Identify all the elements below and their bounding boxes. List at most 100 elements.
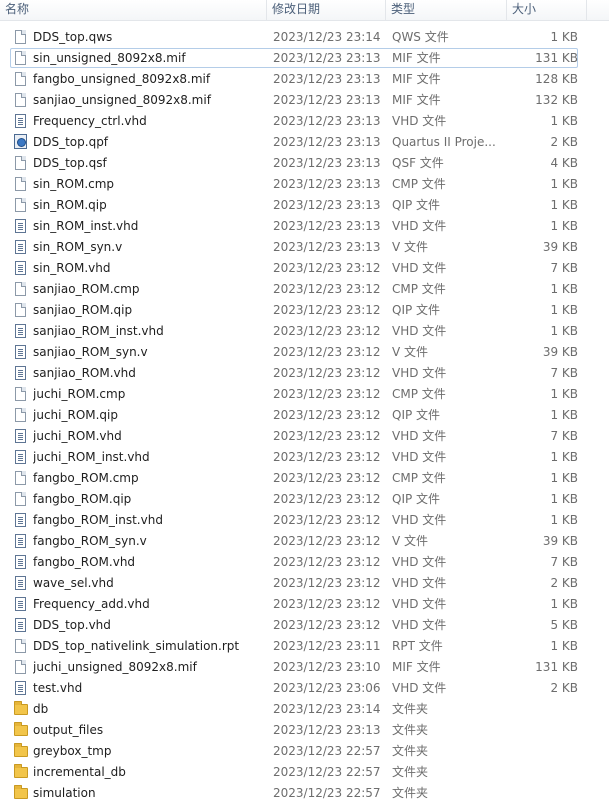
file-row[interactable]: sin_ROM.cmp 2023/12/23 23:13 CMP 文件 1 KB — [0, 174, 609, 195]
file-icon — [15, 408, 26, 422]
file-row[interactable]: simulation 2023/12/23 22:57 文件夹 — [0, 783, 609, 804]
file-icon-cell — [14, 216, 30, 237]
file-date: 2023/12/23 23:12 — [273, 450, 381, 464]
file-name: juchi_unsigned_8092x8.mif — [33, 660, 197, 674]
file-date: 2023/12/23 23:13 — [273, 177, 381, 191]
file-icon-cell — [14, 615, 30, 636]
file-size: 2 KB — [550, 576, 578, 590]
file-row[interactable]: sin_ROM_syn.v 2023/12/23 23:13 V 文件 39 KB — [0, 237, 609, 258]
file-row[interactable]: juchi_ROM.vhd 2023/12/23 23:12 VHD 文件 7 KB — [0, 426, 609, 447]
file-icon-cell — [14, 342, 30, 363]
file-icon-cell — [14, 195, 30, 216]
file-size: 1 KB — [550, 282, 578, 296]
file-type: V 文件 — [392, 345, 429, 359]
file-row[interactable]: Frequency_ctrl.vhd 2023/12/23 23:13 VHD 文件… — [0, 111, 609, 132]
file-name: sin_ROM_syn.v — [33, 240, 123, 254]
file-type: MIF 文件 — [392, 93, 441, 107]
column-header-type[interactable]: 类型 — [386, 0, 507, 20]
file-size: 128 KB — [535, 72, 578, 86]
file-row[interactable]: DDS_top.qpf 2023/12/23 23:13 Quartus II Pr… — [0, 132, 609, 153]
file-type: QSF 文件 — [392, 156, 444, 170]
file-icon-cell — [14, 153, 30, 174]
file-size — [500, 720, 578, 741]
file-type: 文件夹 — [392, 744, 429, 758]
file-date: 2023/12/23 23:12 — [273, 597, 381, 611]
file-row[interactable]: fangbo_unsigned_8092x8.mif 2023/12/23 23:… — [0, 69, 609, 90]
file-type: VHD 文件 — [392, 597, 447, 611]
file-icon-cell — [14, 90, 30, 111]
file-row[interactable]: juchi_ROM.cmp 2023/12/23 23:12 CMP 文件 1 KB — [0, 384, 609, 405]
file-type: RPT 文件 — [392, 639, 443, 653]
file-date: 2023/12/23 23:13 — [273, 723, 381, 737]
text-file-icon — [15, 345, 26, 359]
file-row[interactable]: sanjiao_ROM.qip 2023/12/23 23:12 QIP 文件 1 K… — [0, 300, 609, 321]
file-date: 2023/12/23 22:57 — [273, 744, 381, 758]
file-date: 2023/12/23 23:12 — [273, 534, 381, 548]
file-size: 1 KB — [550, 387, 578, 401]
file-row[interactable]: fangbo_ROM_inst.vhd 2023/12/23 23:12 VHD 文… — [0, 510, 609, 531]
file-name: fangbo_ROM.qip — [33, 492, 132, 506]
file-size: 5 KB — [550, 618, 578, 632]
file-row[interactable]: wave_sel.vhd 2023/12/23 23:12 VHD 文件 2 KB — [0, 573, 609, 594]
file-date: 2023/12/23 23:12 — [273, 471, 381, 485]
file-row[interactable]: fangbo_ROM.cmp 2023/12/23 23:12 CMP 文件 1 KB — [0, 468, 609, 489]
file-row[interactable]: sin_ROM.qip 2023/12/23 23:13 QIP 文件 1 KB — [0, 195, 609, 216]
file-size: 4 KB — [550, 156, 578, 170]
file-row[interactable]: sanjiao_ROM.cmp 2023/12/23 23:12 CMP 文件 1 K… — [0, 279, 609, 300]
file-row[interactable]: sanjiao_ROM_syn.v 2023/12/23 23:12 V 文件 39 … — [0, 342, 609, 363]
file-date: 2023/12/23 23:12 — [273, 303, 381, 317]
column-header-size[interactable]: 大小 — [507, 0, 587, 20]
file-size: 1 KB — [550, 450, 578, 464]
file-size — [500, 762, 578, 783]
file-row[interactable]: sin_ROM_inst.vhd 2023/12/23 23:13 VHD 文件 1 … — [0, 216, 609, 237]
text-file-icon — [15, 450, 26, 464]
file-name: DDS_top.qsf — [33, 156, 107, 170]
file-icon — [15, 30, 26, 44]
file-row[interactable]: fangbo_ROM.qip 2023/12/23 23:12 QIP 文件 1 KB — [0, 489, 609, 510]
column-header-name[interactable]: 名称 — [0, 0, 267, 20]
file-date: 2023/12/23 23:06 — [273, 681, 381, 695]
file-icon-cell — [14, 657, 30, 678]
file-date: 2023/12/23 23:12 — [273, 555, 381, 569]
file-row[interactable]: DDS_top_nativelink_simulation.rpt 2023/12… — [0, 636, 609, 657]
file-row[interactable]: output_files 2023/12/23 23:13 文件夹 — [0, 720, 609, 741]
file-row[interactable]: DDS_top.qsf 2023/12/23 23:13 QSF 文件 4 KB — [0, 153, 609, 174]
file-icon-cell — [14, 174, 30, 195]
file-row[interactable]: juchi_ROM.qip 2023/12/23 23:12 QIP 文件 1 KB — [0, 405, 609, 426]
file-name: Frequency_add.vhd — [33, 597, 150, 611]
file-row[interactable]: sanjiao_unsigned_8092x8.mif 2023/12/23 23… — [0, 90, 609, 111]
file-date: 2023/12/23 23:12 — [273, 387, 381, 401]
file-row[interactable]: greybox_tmp 2023/12/23 22:57 文件夹 — [0, 741, 609, 762]
file-row[interactable]: db 2023/12/23 23:14 文件夹 — [0, 699, 609, 720]
file-icon-cell — [14, 741, 30, 762]
file-date: 2023/12/23 23:13 — [273, 198, 381, 212]
file-icon-cell — [14, 678, 30, 699]
file-row[interactable]: juchi_ROM_inst.vhd 2023/12/23 23:12 VHD 文件… — [0, 447, 609, 468]
file-row[interactable]: sin_unsigned_8092x8.mif 2023/12/23 23:13 M… — [0, 48, 609, 69]
file-size: 2 KB — [550, 135, 578, 149]
file-row[interactable]: DDS_top.vhd 2023/12/23 23:12 VHD 文件 5 KB — [0, 615, 609, 636]
file-type: VHD 文件 — [392, 450, 447, 464]
file-type: VHD 文件 — [392, 576, 447, 590]
file-icon — [15, 639, 26, 653]
file-type: VHD 文件 — [392, 114, 447, 128]
column-header-date[interactable]: 修改日期 — [267, 0, 386, 20]
file-row[interactable]: sanjiao_ROM.vhd 2023/12/23 23:12 VHD 文件 7 K… — [0, 363, 609, 384]
file-name: fangbo_ROM_inst.vhd — [33, 513, 163, 527]
file-name: DDS_top.qpf — [33, 135, 109, 149]
file-row[interactable]: juchi_unsigned_8092x8.mif 2023/12/23 23:1… — [0, 657, 609, 678]
file-icon-cell — [14, 27, 30, 48]
file-name: DDS_top.vhd — [33, 618, 111, 632]
file-row[interactable]: fangbo_ROM.vhd 2023/12/23 23:12 VHD 文件 7 KB — [0, 552, 609, 573]
file-icon-cell — [14, 426, 30, 447]
file-row[interactable]: fangbo_ROM_syn.v 2023/12/23 23:12 V 文件 39 K… — [0, 531, 609, 552]
file-row[interactable]: incremental_db 2023/12/23 22:57 文件夹 — [0, 762, 609, 783]
file-row[interactable]: DDS_top.qws 2023/12/23 23:14 QWS 文件 1 KB — [0, 27, 609, 48]
file-row[interactable]: test.vhd 2023/12/23 23:06 VHD 文件 2 KB — [0, 678, 609, 699]
file-row[interactable]: sanjiao_ROM_inst.vhd 2023/12/23 23:12 VHD … — [0, 321, 609, 342]
file-icon-cell — [14, 573, 30, 594]
file-icon — [15, 282, 26, 296]
file-row[interactable]: Frequency_add.vhd 2023/12/23 23:12 VHD 文件 1… — [0, 594, 609, 615]
file-type: VHD 文件 — [392, 555, 447, 569]
file-row[interactable]: sin_ROM.vhd 2023/12/23 23:12 VHD 文件 7 KB — [0, 258, 609, 279]
